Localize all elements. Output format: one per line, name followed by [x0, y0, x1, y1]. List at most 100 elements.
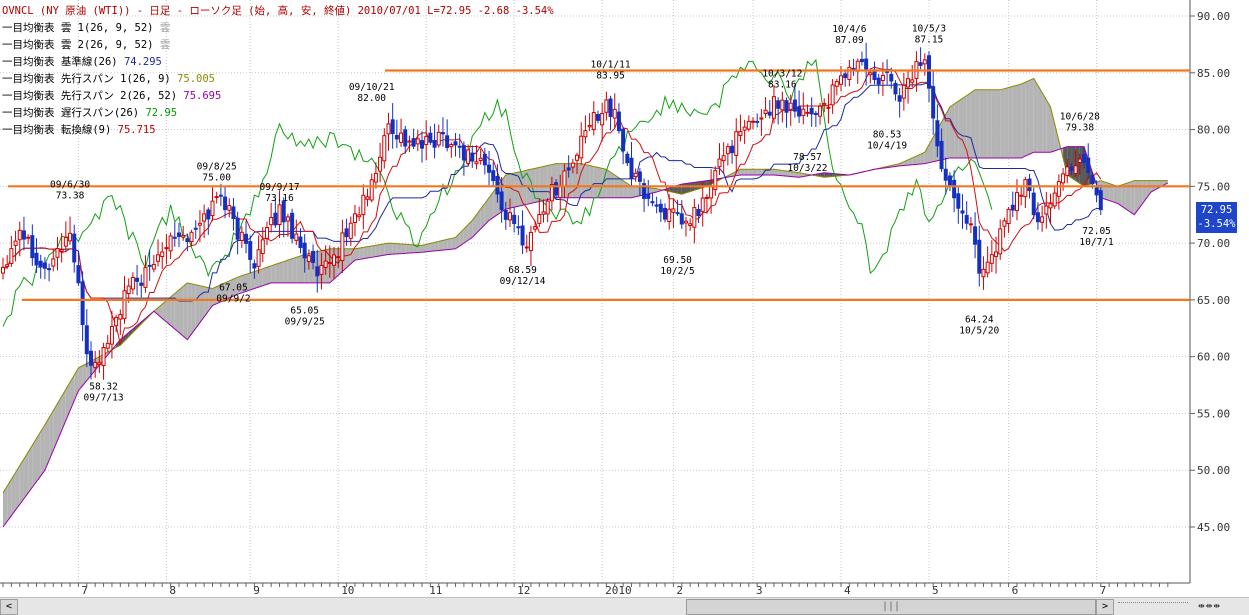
kumo-segment — [1000, 88, 1005, 158]
legend-label: 一目均衡表 雲 2(26, 9, 52) — [2, 39, 154, 51]
candle-body — [1048, 203, 1053, 209]
kumo-segment — [949, 104, 955, 158]
candle-body — [369, 179, 374, 201]
candle-body — [323, 260, 328, 269]
candle-body — [59, 249, 64, 252]
candle-body — [1002, 220, 1007, 227]
candle-body — [457, 145, 462, 148]
legend-label: 一目均衡表 転換線(9) — [2, 124, 112, 136]
candle-body — [1006, 208, 1011, 225]
candle-body — [269, 217, 274, 226]
y-tick-label: 70.00 — [1197, 237, 1230, 250]
candle-body — [63, 237, 68, 247]
price-annotation: 10/4/19 — [867, 141, 907, 152]
legend-row-kijun: 一目均衡表 基準線(26) 74.295 — [2, 54, 554, 71]
candle-body — [922, 59, 927, 65]
candle-body — [864, 58, 869, 71]
candle-body — [947, 175, 952, 186]
candle-body — [1019, 194, 1024, 197]
price-annotation: 67.05 — [219, 283, 248, 294]
legend-label: 一目均衡表 基準線(26) — [2, 56, 118, 68]
candle-body — [453, 141, 458, 146]
candle-body — [239, 231, 244, 241]
candle-body — [801, 108, 806, 116]
legend-value: 74.295 — [123, 56, 162, 68]
candle-body — [625, 153, 630, 164]
candle-body — [868, 72, 873, 76]
kumo-segment — [434, 241, 439, 251]
candle-body — [537, 214, 542, 224]
candle-body — [1065, 166, 1070, 176]
candle-body — [218, 194, 223, 197]
candle-body — [181, 234, 186, 238]
candle-body — [943, 168, 948, 181]
price-annotation: 58.32 — [89, 382, 118, 393]
candle-body — [788, 102, 793, 110]
candle-body — [575, 154, 580, 161]
candle-body — [780, 99, 785, 111]
candle-body — [290, 212, 295, 239]
candle-body — [1073, 165, 1078, 174]
candle-body — [1069, 166, 1074, 171]
kumo-segment — [367, 245, 372, 259]
kumo-segment — [945, 106, 950, 159]
kumo-segment — [166, 297, 171, 326]
candle-body — [118, 314, 123, 320]
candle-body — [964, 215, 969, 224]
candle-body — [478, 157, 483, 161]
zoom-slider[interactable] — [1118, 602, 1188, 611]
candle-body — [319, 265, 324, 275]
candle-body — [357, 214, 362, 218]
scroll-left-button[interactable]: < — [0, 599, 18, 615]
scroll-thumb[interactable]: ||| — [686, 599, 1096, 615]
kumo-segment — [23, 452, 29, 499]
candle-body — [516, 226, 521, 229]
price-annotation: 73.16 — [265, 193, 294, 204]
kumo-segment — [514, 172, 519, 208]
candle-body — [839, 75, 843, 85]
kumo-segment — [505, 174, 510, 210]
legend-label: 一目均衡表 先行スパン 2(26, 52) — [2, 90, 178, 102]
candle-body — [998, 228, 1003, 255]
candle-body — [570, 162, 575, 168]
candle-body — [776, 100, 781, 109]
candle-body — [658, 203, 663, 213]
candle-body — [1031, 192, 1036, 216]
kumo-segment — [585, 164, 590, 198]
candle-body — [663, 207, 668, 220]
y-tick-label: 50.00 — [1197, 464, 1230, 477]
candle-body — [746, 120, 751, 130]
candle-body — [650, 201, 655, 204]
legend-value: 雲 — [159, 39, 171, 51]
candle-body — [960, 210, 965, 214]
price-annotation: 09/7/13 — [84, 393, 124, 404]
legend-label: 一目均衡表 先行スパン 1(26, 9) — [2, 73, 171, 85]
price-annotation: 10/7/1 — [1079, 237, 1114, 248]
zoom-buttons[interactable]: ⇹⇹⇹ — [1198, 599, 1221, 612]
kumo-segment — [392, 243, 397, 255]
candle-body — [931, 86, 936, 119]
candle-body — [646, 193, 651, 199]
candle-body — [939, 140, 944, 170]
candle-body — [252, 263, 257, 269]
price-annotation: 80.53 — [873, 130, 902, 141]
candle-body — [805, 111, 810, 114]
candle-body — [21, 230, 26, 240]
kumo-segment — [1104, 182, 1110, 201]
kumo-segment — [539, 166, 544, 202]
horizontal-scrollbar[interactable]: < ||| > ⇹⇹⇹ — [0, 597, 1249, 615]
kumo-segment — [606, 169, 611, 198]
candle-body — [859, 58, 864, 63]
candle-body — [72, 233, 77, 263]
y-tick-label: 65.00 — [1197, 294, 1230, 307]
chart-legend: OVNCL (NY 原油 (WTI)) - 日足 - ローソク足 (始, 高, … — [2, 3, 554, 139]
y-tick-label: 45.00 — [1197, 521, 1230, 534]
candle-body — [1035, 212, 1040, 223]
price-annotation: 10/6/28 — [1060, 112, 1100, 123]
candle-body — [830, 84, 835, 106]
scroll-right-button[interactable]: > — [1096, 599, 1114, 615]
candle-body — [730, 145, 735, 154]
price-annotation: 73.38 — [56, 191, 85, 202]
kumo-segment — [40, 424, 45, 476]
candle-body — [679, 213, 684, 225]
